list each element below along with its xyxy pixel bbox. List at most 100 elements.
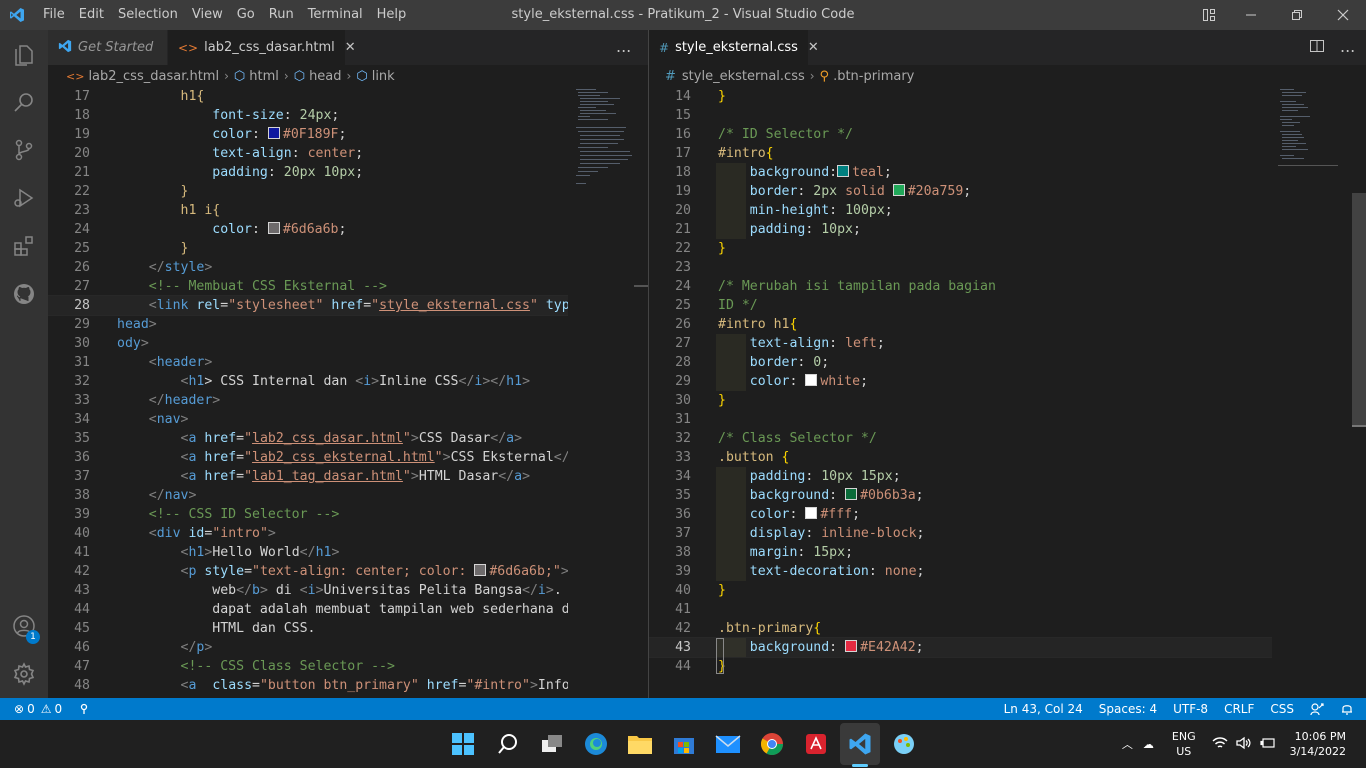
mail-icon[interactable]: [712, 728, 744, 760]
tab-get-started[interactable]: Get Started: [48, 30, 168, 65]
menu-item-edit[interactable]: Edit: [72, 0, 111, 30]
color-swatch[interactable]: [837, 165, 850, 177]
wifi-icon[interactable]: [1212, 736, 1228, 753]
language-mode[interactable]: CSS: [1262, 702, 1302, 716]
code-line[interactable]: 24 color: #6d6a6b;: [48, 220, 568, 239]
breadcrumb-selector[interactable]: ⚲ .btn-primary: [820, 69, 915, 84]
code-line[interactable]: 31: [649, 410, 1272, 429]
breadcrumb-html[interactable]: ⬡ html: [234, 69, 279, 84]
code-line[interactable]: 47 <!-- CSS Class Selector -->: [48, 657, 568, 676]
right-code-editor[interactable]: 14} 15 16/* ID Selector */17 #intro{18 back…: [649, 87, 1272, 698]
minimize-button[interactable]: [1228, 0, 1274, 30]
code-line[interactable]: 26 #intro h1{: [649, 315, 1272, 334]
right-scrollbar[interactable]: [1352, 87, 1366, 698]
code-line[interactable]: 19 color: #0F189F;: [48, 125, 568, 144]
microsoft-store-icon[interactable]: [668, 728, 700, 760]
code-line[interactable]: 41: [649, 600, 1272, 619]
github-icon[interactable]: [0, 270, 48, 318]
breadcrumb-link[interactable]: ⬡ link: [356, 69, 394, 84]
code-line[interactable]: 43 web</b> di <i>Universitas Pelita Bang…: [48, 581, 568, 600]
volume-icon[interactable]: [1235, 736, 1252, 753]
left-minimap[interactable]: [574, 87, 634, 698]
code-line[interactable]: 44}: [649, 657, 1272, 676]
language-indicator[interactable]: ENG US: [1172, 729, 1196, 759]
left-code-editor[interactable]: 17 h1{18 font-size: 24px; 19 color: #0F18…: [48, 87, 568, 698]
file-explorer-icon[interactable]: [624, 728, 656, 760]
vscode-taskbar-icon[interactable]: [844, 728, 876, 760]
code-line[interactable]: 46 </p>: [48, 638, 568, 657]
code-line[interactable]: 31 <header>: [48, 353, 568, 372]
code-line[interactable]: 20 text-align: center;: [48, 144, 568, 163]
tab-lab2-css-dasar[interactable]: <> lab2_css_dasar.html ✕: [168, 30, 356, 65]
cloud-icon[interactable]: ☁: [1143, 738, 1154, 751]
code-line[interactable]: 42 <p style="text-align: center; color: …: [48, 562, 568, 581]
run-debug-icon[interactable]: [0, 174, 48, 222]
menu-item-help[interactable]: Help: [370, 0, 414, 30]
code-line[interactable]: 39 <!-- CSS ID Selector -->: [48, 505, 568, 524]
clock[interactable]: 10:06 PM 3/14/2022: [1290, 729, 1346, 759]
code-line[interactable]: 15: [649, 106, 1272, 125]
split-editor-icon[interactable]: [1309, 38, 1325, 58]
menu-item-go[interactable]: Go: [230, 0, 262, 30]
code-line[interactable]: 36 <a href="lab2_css_eksternal.html">CSS…: [48, 448, 568, 467]
code-line[interactable]: 42 .btn-primary{: [649, 619, 1272, 638]
code-line[interactable]: 24 /* Merubah isi tampilan pada bagian: [649, 277, 1272, 296]
color-swatch[interactable]: [805, 374, 818, 386]
account-icon[interactable]: 1: [0, 602, 48, 650]
menu-item-view[interactable]: View: [185, 0, 230, 30]
code-line[interactable]: 32 /* Class Selector */: [649, 429, 1272, 448]
code-line[interactable]: 30 ody>: [48, 334, 568, 353]
left-scrollbar[interactable]: [634, 87, 648, 698]
code-line[interactable]: 37 <a href="lab1_tag_dasar.html">HTML Da…: [48, 467, 568, 486]
settings-gear-icon[interactable]: [0, 650, 48, 698]
code-line[interactable]: 14}: [649, 87, 1272, 106]
more-actions-button[interactable]: ...: [1340, 37, 1355, 56]
color-swatch[interactable]: [845, 640, 858, 652]
code-line[interactable]: 33 </header>: [48, 391, 568, 410]
code-line[interactable]: 22 }: [48, 182, 568, 201]
encoding[interactable]: UTF-8: [1165, 702, 1216, 716]
task-view-icon[interactable]: [536, 728, 568, 760]
battery-icon[interactable]: [1259, 737, 1276, 752]
extensions-icon[interactable]: [0, 222, 48, 270]
acrobat-icon[interactable]: [800, 728, 832, 760]
code-line[interactable]: 48 <a class="button btn_primary" href="#…: [48, 676, 568, 695]
code-line[interactable]: 22}: [649, 239, 1272, 258]
color-swatch[interactable]: [267, 222, 280, 234]
problems-indicator[interactable]: ⊗ 0 ⚠ 0: [0, 702, 70, 716]
code-line[interactable]: 23: [649, 258, 1272, 277]
indentation[interactable]: Spaces: 4: [1091, 702, 1165, 716]
source-control-icon[interactable]: [0, 126, 48, 174]
search-icon[interactable]: [492, 728, 524, 760]
code-line[interactable]: 40}: [649, 581, 1272, 600]
explorer-icon[interactable]: [0, 30, 48, 78]
notifications-bell-icon[interactable]: [1332, 702, 1366, 716]
close-button[interactable]: [1320, 0, 1366, 30]
edge-browser-icon[interactable]: [580, 728, 612, 760]
code-line[interactable]: 25 ID */: [649, 296, 1272, 315]
code-line[interactable]: 25 }: [48, 239, 568, 258]
code-line[interactable]: 29 head>: [48, 315, 568, 334]
code-line[interactable]: 17 h1{: [48, 87, 568, 106]
code-line[interactable]: 41 <h1>Hello World</h1>: [48, 543, 568, 562]
code-line[interactable]: 44 dapat adalah membuat tampilan web sed…: [48, 600, 568, 619]
windows-start-icon[interactable]: [447, 728, 479, 760]
code-line[interactable]: 32 <h1> CSS Internal dan <i>Inline CSS</…: [48, 372, 568, 391]
code-line[interactable]: 17 #intro{: [649, 144, 1272, 163]
chrome-icon[interactable]: [756, 728, 788, 760]
cursor-position[interactable]: Ln 43, Col 24: [996, 702, 1091, 716]
color-swatch[interactable]: [267, 127, 280, 139]
live-share-icon[interactable]: [70, 703, 98, 715]
code-line[interactable]: 21 padding: 20px 10px;: [48, 163, 568, 182]
breadcrumb-head[interactable]: ⬡ head: [294, 69, 342, 84]
code-line[interactable]: 18 font-size: 24px;: [48, 106, 568, 125]
color-swatch[interactable]: [474, 564, 487, 576]
scroll-thumb[interactable]: [1352, 193, 1366, 427]
color-swatch[interactable]: [805, 507, 818, 519]
code-line[interactable]: 34 <nav>: [48, 410, 568, 429]
more-actions-button[interactable]: ...: [616, 37, 631, 56]
tab-style-eksternal[interactable]: # style_eksternal.css ✕: [649, 30, 819, 65]
code-line[interactable]: 27 <!-- Membuat CSS Eksternal -->: [48, 277, 568, 296]
restore-button[interactable]: [1274, 0, 1320, 30]
code-line[interactable]: 23 h1 i{: [48, 201, 568, 220]
